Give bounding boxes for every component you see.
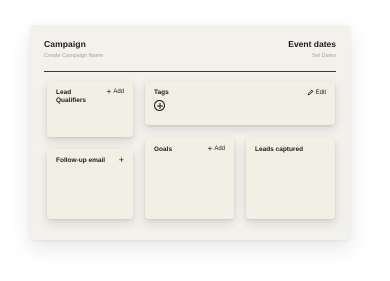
event-dates-title: Event dates: [288, 39, 336, 49]
followup-email-title: Follow-up email: [56, 157, 106, 164]
lead-qualifiers-add-label: Add: [113, 89, 124, 95]
leads-captured-title: Leads captured: [255, 146, 304, 153]
set-dates-link[interactable]: Set Dates: [312, 53, 336, 59]
goals-add-label: Add: [214, 146, 225, 152]
lead-qualifiers-add-button[interactable]: + Add: [106, 87, 124, 96]
plus-icon: +: [207, 144, 213, 153]
goals-card: Goals + Add: [145, 138, 234, 219]
stage: Campaign Create Campaign Name Event date…: [0, 0, 390, 281]
campaign-title: Campaign: [44, 39, 86, 49]
campaign-header: Campaign Create Campaign Name Event date…: [44, 39, 336, 72]
goals-title: Goals: [154, 146, 173, 153]
lead-qualifiers-title-line1: Lead: [56, 89, 72, 96]
campaign-panel: Campaign Create Campaign Name Event date…: [30, 25, 350, 240]
lead-qualifiers-title: Lead Qualifiers: [56, 89, 86, 105]
goals-add-button[interactable]: + Add: [207, 144, 225, 153]
lead-qualifiers-title-line2: Qualifiers: [56, 97, 86, 104]
tags-card: Tags Edit: [145, 81, 335, 125]
lead-qualifiers-card: Lead Qualifiers + Add: [47, 81, 133, 137]
plus-icon: +: [106, 87, 112, 96]
leads-captured-card: Leads captured: [246, 138, 335, 219]
tags-title: Tags: [154, 89, 169, 96]
campaign-name-input[interactable]: Create Campaign Name: [44, 53, 103, 59]
followup-email-card: Follow-up email +: [47, 149, 133, 219]
pencil-icon: [307, 89, 313, 96]
followup-add-plus-icon[interactable]: +: [119, 155, 124, 165]
add-tag-circle-icon[interactable]: [154, 100, 165, 111]
tags-edit-label: Edit: [315, 89, 326, 96]
tags-edit-button[interactable]: Edit: [307, 89, 326, 96]
